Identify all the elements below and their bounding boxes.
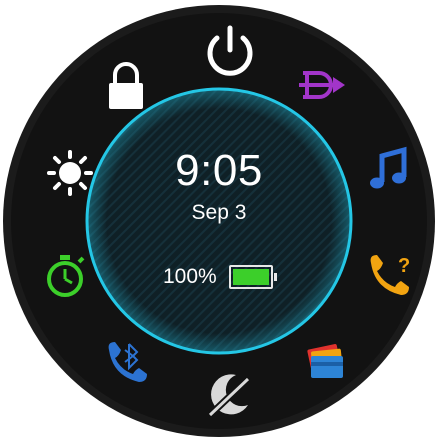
svg-text:?: ? <box>398 255 410 277</box>
watch-face: ? <box>3 5 435 437</box>
brightness-icon[interactable] <box>47 150 93 196</box>
